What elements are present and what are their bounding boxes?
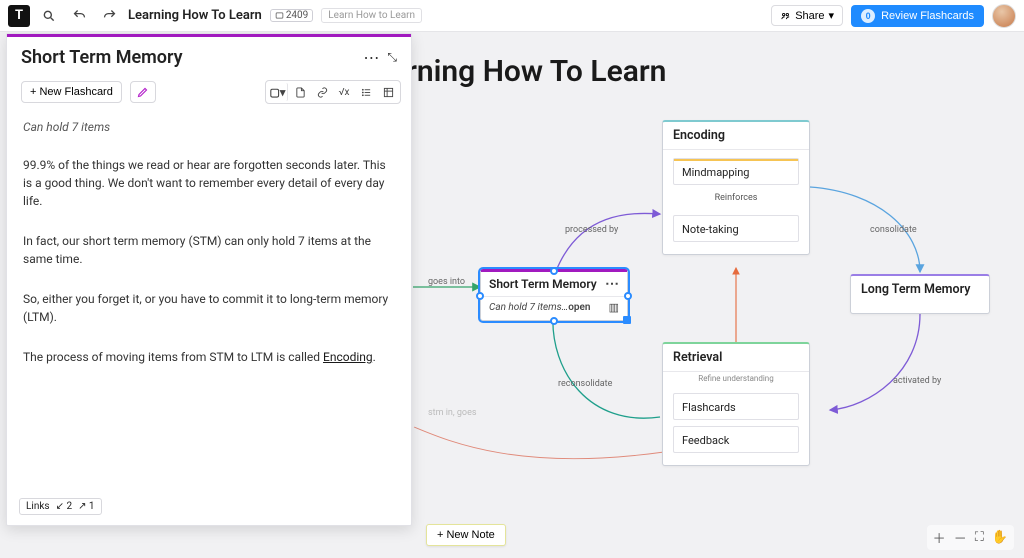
note-lead: Can hold 7 items <box>23 118 395 136</box>
svg-text:consolidate: consolidate <box>870 225 917 235</box>
chevron-down-icon: ▾ <box>829 9 835 22</box>
insert-toolbar: ▢▾ √x <box>265 80 401 104</box>
note-paragraph: In fact, our short term memory (STM) can… <box>23 232 395 268</box>
note-body[interactable]: Can hold 7 items 99.9% of the things we … <box>7 114 411 491</box>
word-count-badge: 2409 <box>270 9 313 22</box>
node-retrieval[interactable]: Retrieval Refine understanding Flashcard… <box>662 342 810 466</box>
edge-label-refine: Refine understanding <box>663 372 809 385</box>
review-count-badge: 0 <box>861 9 875 23</box>
note-title[interactable]: Short Term Memory <box>21 47 183 68</box>
note-paragraph: The process of moving items from STM to … <box>23 348 395 366</box>
node-encoding-title: Encoding <box>663 122 809 150</box>
zoom-controls: ＋ － ⛶ ✋ <box>927 525 1014 550</box>
node-retrieval-title: Retrieval <box>663 344 809 372</box>
note-paragraph: So, either you forget it, or you have to… <box>23 290 395 326</box>
node-ltm-title: Long Term Memory <box>851 276 989 303</box>
review-flashcards-button[interactable]: 0Review Flashcards <box>851 5 984 27</box>
search-icon[interactable] <box>38 5 60 27</box>
add-block-icon[interactable]: ▢▾ <box>268 83 288 101</box>
resize-handle-bottom[interactable] <box>550 317 558 325</box>
node-menu-icon[interactable]: ⋯ <box>605 281 619 288</box>
insert-equation-icon[interactable]: √x <box>334 83 354 101</box>
insert-link-icon[interactable] <box>312 83 332 101</box>
svg-text:goes into: goes into <box>428 277 465 287</box>
note-menu-icon[interactable]: ⋯ <box>363 48 379 67</box>
resize-handle-left[interactable] <box>476 292 484 300</box>
svg-text:stm in, goes: stm in, goes <box>428 408 477 418</box>
insert-file-icon[interactable] <box>290 83 310 101</box>
svg-text:activated by: activated by <box>893 376 942 386</box>
node-encoding-sub-notetaking[interactable]: Note-taking <box>673 215 799 242</box>
node-stm-preview: Can hold 7 items…open <box>489 302 590 313</box>
collapse-panel-icon[interactable]: ⤡ <box>387 50 397 65</box>
svg-text:reconsolidate: reconsolidate <box>558 379 613 389</box>
app-logo[interactable]: T <box>8 5 30 27</box>
image-icon[interactable]: ▥ <box>609 301 619 314</box>
zoom-in-icon[interactable]: ＋ <box>933 528 946 547</box>
node-short-term-memory[interactable]: Short Term Memory ⋯ Can hold 7 items…open… <box>480 269 628 321</box>
node-encoding-sub-mindmapping[interactable]: Mindmapping <box>673 158 799 185</box>
insert-table-icon[interactable] <box>378 83 398 101</box>
insert-list-icon[interactable] <box>356 83 376 101</box>
editor-toolbar: + New Flashcard ▢▾ √x <box>7 76 411 114</box>
redo-icon[interactable] <box>98 5 120 27</box>
note-editor-panel: Short Term Memory ⋯ ⤡ + New Flashcard ▢▾… <box>6 33 412 526</box>
edge-label-reinforces: Reinforces <box>663 189 809 207</box>
node-encoding[interactable]: Encoding Mindmapping Reinforces Note-tak… <box>662 120 810 255</box>
svg-text:processed by: processed by <box>565 225 619 235</box>
topbar: T Learning How To Learn 2409 Learn How t… <box>0 0 1024 32</box>
links-outgoing: ↗ 1 <box>78 501 94 512</box>
resize-handle-top[interactable] <box>550 267 558 275</box>
doc-title[interactable]: Learning How To Learn <box>128 8 262 23</box>
note-paragraph: 99.9% of the things we read or hear are … <box>23 156 395 210</box>
pan-hand-icon[interactable]: ✋ <box>992 530 1008 545</box>
resize-handle-right[interactable] <box>624 292 632 300</box>
resize-handle-corner[interactable] <box>623 316 631 324</box>
node-stm-title: Short Term Memory <box>489 277 597 291</box>
breadcrumb-chip[interactable]: Learn How to Learn <box>321 8 422 23</box>
new-note-button[interactable]: + New Note <box>426 524 506 546</box>
avatar[interactable] <box>992 4 1016 28</box>
links-incoming: ↙ 2 <box>56 501 72 512</box>
links-chip[interactable]: Links ↙ 2 ↗ 1 <box>19 498 102 515</box>
node-long-term-memory[interactable]: Long Term Memory <box>850 274 990 314</box>
encoding-link[interactable]: Encoding <box>323 350 373 364</box>
node-retrieval-sub-flashcards[interactable]: Flashcards <box>673 393 799 420</box>
new-flashcard-button[interactable]: + New Flashcard <box>21 81 122 103</box>
undo-icon[interactable] <box>68 5 90 27</box>
zoom-out-icon[interactable]: － <box>954 528 967 547</box>
share-button[interactable]: Share▾ <box>771 5 843 26</box>
node-retrieval-sub-feedback[interactable]: Feedback <box>673 426 799 453</box>
highlight-color-icon[interactable] <box>130 81 156 103</box>
fit-screen-icon[interactable]: ⛶ <box>975 530 984 545</box>
